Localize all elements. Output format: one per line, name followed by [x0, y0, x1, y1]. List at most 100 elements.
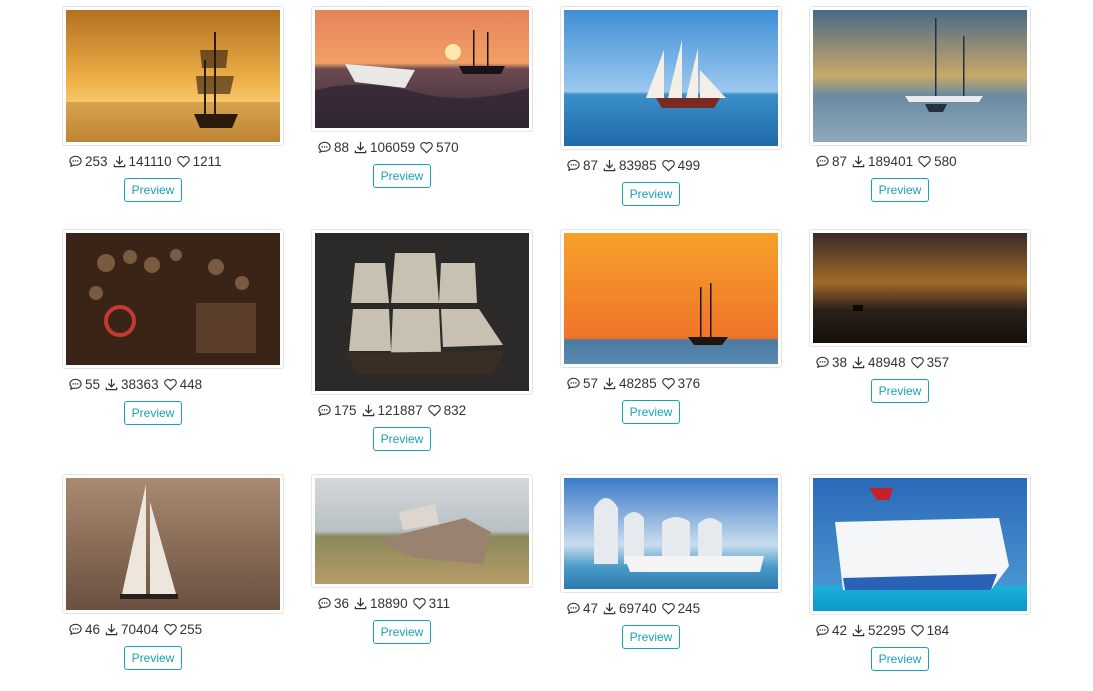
photo-stats: 55 38363 448	[62, 377, 284, 392]
download-icon	[105, 378, 118, 391]
photo-thumbnail[interactable]	[809, 6, 1031, 146]
downloads-count: 141110	[112, 154, 172, 169]
gallery-card: 57 48285 376 Preview	[560, 229, 782, 424]
comments-count: 57	[566, 376, 598, 391]
heart-icon[interactable]	[661, 376, 676, 391]
photo-thumbnail[interactable]	[62, 229, 284, 369]
likes-count[interactable]: 448	[163, 377, 202, 392]
comments-count: 42	[815, 623, 847, 638]
speech-bubble-icon	[69, 378, 82, 391]
downloads-count: 18890	[353, 596, 408, 611]
shipwreck-beach-image	[315, 478, 529, 584]
heart-icon[interactable]	[412, 596, 427, 611]
preview-button[interactable]: Preview	[621, 400, 681, 424]
photo-thumbnail[interactable]	[311, 6, 533, 132]
gallery-card: 87 83985 499 Preview	[560, 6, 782, 206]
heart-icon[interactable]	[910, 623, 925, 638]
preview-button[interactable]: Preview	[870, 647, 930, 671]
heart-icon[interactable]	[661, 601, 676, 616]
preview-button[interactable]: Preview	[123, 178, 183, 202]
preview-button[interactable]: Preview	[123, 401, 183, 425]
preview-button[interactable]: Preview	[621, 625, 681, 649]
photo-thumbnail[interactable]	[311, 229, 533, 395]
likes-count[interactable]: 376	[661, 376, 700, 391]
likes-count[interactable]: 499	[661, 158, 700, 173]
preview-button[interactable]: Preview	[870, 178, 930, 202]
photo-stats: 175 121887 832	[311, 403, 533, 418]
cruise-ship-skyline-image	[564, 478, 778, 589]
preview-button[interactable]: Preview	[372, 164, 432, 188]
photo-stats: 253 141110 1211	[62, 154, 284, 169]
heart-icon[interactable]	[163, 377, 178, 392]
downloads-count: 106059	[353, 140, 415, 155]
photo-stats: 36 18890 311	[311, 596, 533, 611]
comments-count: 46	[68, 622, 100, 637]
speech-bubble-icon	[567, 159, 580, 172]
paper-boat-sunset-image	[315, 10, 529, 128]
comments-count: 55	[68, 377, 100, 392]
downloads-count: 69740	[602, 601, 657, 616]
photo-thumbnail[interactable]	[311, 474, 533, 588]
comments-count: 88	[317, 140, 349, 155]
preview-button[interactable]: Preview	[870, 379, 930, 403]
preview-button[interactable]: Preview	[372, 620, 432, 644]
heart-icon[interactable]	[176, 154, 191, 169]
speech-bubble-icon	[69, 623, 82, 636]
speech-bubble-icon	[816, 356, 829, 369]
preview-button[interactable]: Preview	[621, 182, 681, 206]
likes-count[interactable]: 245	[661, 601, 700, 616]
preview-button[interactable]: Preview	[372, 427, 432, 451]
speech-bubble-icon	[69, 155, 82, 168]
download-icon	[113, 155, 125, 168]
likes-count[interactable]: 1211	[176, 154, 222, 169]
speech-bubble-icon	[816, 155, 829, 168]
comments-count: 47	[566, 601, 598, 616]
photo-thumbnail[interactable]	[560, 474, 782, 593]
gallery-card: 42 52295 184 Preview	[809, 474, 1031, 671]
photo-thumbnail[interactable]	[560, 229, 782, 368]
downloads-count: 38363	[104, 377, 159, 392]
photo-stats: 47 69740 245	[560, 601, 782, 616]
photo-thumbnail[interactable]	[560, 6, 782, 150]
heart-icon[interactable]	[427, 403, 442, 418]
likes-count[interactable]: 357	[910, 355, 949, 370]
gallery-card: 88 106059 570 Preview	[311, 6, 533, 188]
sailboat-blue-sea-image	[564, 10, 778, 146]
speech-bubble-icon	[318, 404, 331, 417]
photo-thumbnail[interactable]	[62, 474, 284, 614]
gallery-card: 47 69740 245 Preview	[560, 474, 782, 649]
downloads-count: 121887	[361, 403, 423, 418]
photo-thumbnail[interactable]	[809, 229, 1031, 347]
likes-count[interactable]: 311	[412, 596, 450, 611]
download-icon	[603, 377, 616, 390]
likes-count[interactable]: 570	[419, 140, 459, 155]
comments-count: 87	[566, 158, 598, 173]
speech-bubble-icon	[318, 597, 331, 610]
speech-bubble-icon	[567, 602, 580, 615]
downloads-count: 52295	[851, 623, 906, 638]
downloads-count: 189401	[851, 154, 913, 169]
heart-icon[interactable]	[419, 140, 434, 155]
likes-count[interactable]: 255	[163, 622, 202, 637]
tall-ship-storm-image	[315, 233, 529, 391]
heart-icon[interactable]	[910, 355, 925, 370]
download-icon	[603, 159, 616, 172]
photo-thumbnail[interactable]	[62, 6, 284, 146]
heart-icon[interactable]	[163, 622, 178, 637]
photo-thumbnail[interactable]	[809, 474, 1031, 615]
cruise-ship-ocean-image	[813, 478, 1027, 611]
comments-count: 36	[317, 596, 349, 611]
comments-count: 38	[815, 355, 847, 370]
heart-icon[interactable]	[917, 154, 932, 169]
heart-icon[interactable]	[661, 158, 676, 173]
likes-count[interactable]: 184	[910, 623, 949, 638]
preview-button[interactable]: Preview	[123, 646, 183, 670]
speech-bubble-icon	[567, 377, 580, 390]
toy-sailboat-water-image	[66, 478, 280, 610]
anchored-sailboats-image	[813, 10, 1027, 142]
likes-count[interactable]: 580	[917, 154, 957, 169]
photo-stats: 87 189401 580	[809, 154, 1031, 169]
photo-stats: 87 83985 499	[560, 158, 782, 173]
photo-stats: 46 70404 255	[62, 622, 284, 637]
likes-count[interactable]: 832	[427, 403, 466, 418]
